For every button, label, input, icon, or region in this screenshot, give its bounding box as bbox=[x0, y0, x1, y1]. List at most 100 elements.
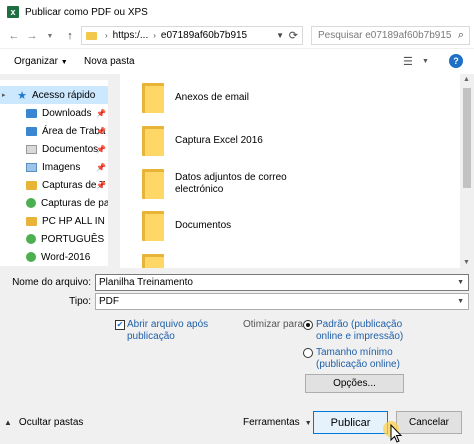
folder-icon bbox=[142, 83, 164, 113]
folder-icon bbox=[26, 180, 37, 190]
nav-item-screen-captures[interactable]: Capturas de pan bbox=[0, 194, 108, 212]
list-item[interactable] bbox=[120, 249, 440, 268]
pin-icon: 📌 bbox=[96, 180, 106, 190]
hide-folders-toggle[interactable]: ▲ Ocultar pastas bbox=[4, 417, 83, 428]
search-placeholder: Pesquisar e07189af60b7b915 bbox=[318, 30, 452, 41]
type-value: PDF bbox=[99, 296, 119, 307]
nav-item-label: Acesso rápido bbox=[32, 89, 96, 101]
optimize-minimum-label[interactable]: Tamanho mínimo (publicação online) bbox=[316, 347, 426, 371]
forward-arrow-icon[interactable]: → bbox=[24, 30, 40, 42]
publish-button[interactable]: Publicar bbox=[313, 411, 388, 434]
address-dropdown-chevron-icon[interactable]: ▼ bbox=[276, 31, 284, 40]
sync-folder-icon bbox=[26, 252, 36, 262]
star-icon: ★ bbox=[17, 89, 27, 102]
command-toolbar: Organizar ▼ Nova pasta ☰ ▼ ? bbox=[0, 48, 474, 74]
nav-item-images[interactable]: Imagens 📌 bbox=[0, 158, 108, 176]
view-options-icon[interactable]: ☰ bbox=[403, 55, 413, 68]
nav-item-pc-hp[interactable]: PC HP ALL IN ON bbox=[0, 212, 108, 230]
up-arrow-icon[interactable]: ↑ bbox=[62, 30, 78, 42]
file-name: Captura Excel 2016 bbox=[175, 135, 263, 146]
refresh-icon[interactable]: ⟳ bbox=[289, 29, 298, 42]
nav-item-portugues[interactable]: PORTUGUÊS bbox=[0, 230, 108, 248]
search-icon[interactable]: ⌕ bbox=[458, 29, 464, 42]
filename-label: Nome do arquivo: bbox=[12, 277, 91, 288]
filename-value: Planilha Treinamento bbox=[99, 277, 193, 288]
nav-item-desktop[interactable]: Área de Traba 📌 bbox=[0, 122, 108, 140]
nav-item-label: PORTUGUÊS bbox=[41, 233, 105, 245]
sync-folder-icon bbox=[26, 234, 36, 244]
folder-icon bbox=[142, 126, 164, 156]
documents-icon bbox=[26, 144, 37, 154]
search-input[interactable]: Pesquisar e07189af60b7b915 ⌕ bbox=[311, 26, 470, 45]
nav-item-downloads[interactable]: Downloads 📌 bbox=[0, 104, 108, 122]
back-arrow-icon[interactable]: ← bbox=[6, 30, 22, 42]
list-item[interactable]: Captura Excel 2016 bbox=[120, 121, 440, 161]
vertical-scrollbar[interactable]: ▲ ▼ bbox=[460, 74, 474, 268]
breadcrumb-segment-current[interactable]: e07189af60b7b915 bbox=[161, 30, 247, 41]
folder-icon bbox=[142, 254, 164, 268]
breadcrumb-segment[interactable]: https:/... bbox=[113, 30, 149, 41]
optimize-standard-label[interactable]: Padrão (publicação online e impressão) bbox=[316, 319, 426, 343]
list-item[interactable]: Anexos de email bbox=[120, 78, 440, 118]
nav-item-label: Word-2016 bbox=[41, 251, 91, 263]
list-item[interactable]: Datos adjuntos de correo electrónico bbox=[120, 164, 440, 204]
open-after-checkbox[interactable]: ✔ bbox=[115, 320, 125, 330]
path-separator-icon: › bbox=[153, 31, 156, 40]
pin-icon: 📌 bbox=[96, 144, 106, 154]
pin-icon: 📌 bbox=[96, 126, 106, 136]
new-folder-button[interactable]: Nova pasta bbox=[84, 56, 135, 67]
folder-icon bbox=[142, 211, 164, 241]
expand-chevron-icon[interactable]: ▸ bbox=[2, 91, 12, 99]
tools-menu-button[interactable]: Ferramentas ▼ bbox=[243, 417, 312, 428]
nav-item-label: PC HP ALL IN ON bbox=[42, 215, 108, 227]
organize-label: Organizar bbox=[14, 56, 58, 67]
download-icon bbox=[26, 108, 37, 118]
optimize-minimum-radio[interactable] bbox=[303, 348, 313, 358]
optimize-label: Otimizar para: bbox=[243, 319, 306, 330]
desktop-folder-icon bbox=[26, 126, 37, 136]
nav-item-word-2016[interactable]: Word-2016 bbox=[0, 248, 108, 266]
address-row: ← → ▼ ↑ › https:/... › e07189af60b7b915 … bbox=[0, 24, 474, 48]
list-item[interactable]: Documentos bbox=[120, 206, 440, 246]
pane-splitter[interactable] bbox=[118, 80, 119, 266]
path-separator-icon: › bbox=[105, 31, 108, 40]
sync-folder-icon bbox=[26, 198, 36, 208]
address-bar[interactable]: › https:/... › e07189af60b7b915 ▼ ⟳ bbox=[81, 26, 303, 45]
pin-icon: 📌 bbox=[96, 162, 106, 172]
scroll-down-icon[interactable]: ▼ bbox=[463, 259, 470, 266]
chevron-down-icon[interactable]: ▼ bbox=[457, 279, 464, 286]
type-select[interactable]: PDF ▼ bbox=[95, 293, 469, 310]
nav-item-documents[interactable]: Documentos 📌 bbox=[0, 140, 108, 158]
help-icon[interactable]: ? bbox=[449, 54, 463, 68]
open-after-label[interactable]: Abrir arquivo após publicação bbox=[127, 319, 227, 343]
window-title: Publicar como PDF ou XPS bbox=[25, 6, 148, 18]
chevron-up-icon: ▲ bbox=[4, 418, 12, 427]
nav-item-quick-access[interactable]: ▸ ★ Acesso rápido bbox=[0, 86, 108, 104]
view-chevron-icon[interactable]: ▼ bbox=[422, 58, 429, 65]
images-icon bbox=[26, 162, 37, 172]
chevron-down-icon[interactable]: ▼ bbox=[457, 298, 464, 305]
recent-locations-chevron-icon[interactable]: ▼ bbox=[42, 33, 58, 40]
pin-icon: 📌 bbox=[96, 108, 106, 118]
file-name: Datos adjuntos de correo electrónico bbox=[175, 172, 287, 195]
nav-item-label: Imagens bbox=[42, 161, 81, 173]
chevron-down-icon: ▼ bbox=[60, 59, 68, 66]
hide-folders-label: Ocultar pastas bbox=[18, 417, 84, 428]
scrollbar-thumb[interactable] bbox=[463, 88, 471, 188]
excel-icon: x bbox=[7, 6, 19, 18]
scroll-up-icon[interactable]: ▲ bbox=[463, 76, 470, 83]
optimize-standard-radio[interactable] bbox=[303, 320, 313, 330]
folder-icon bbox=[26, 216, 37, 226]
file-list[interactable]: Anexos de email Captura Excel 2016 Datos… bbox=[120, 74, 460, 268]
nav-item-label: Downloads bbox=[42, 107, 92, 119]
folder-icon bbox=[86, 31, 97, 40]
organize-menu-button[interactable]: Organizar ▼ bbox=[14, 56, 68, 67]
title-bar: x Publicar como PDF ou XPS bbox=[0, 0, 474, 24]
file-name: Documentos bbox=[175, 220, 232, 231]
nav-item-screenshots[interactable]: Capturas de T 📌 bbox=[0, 176, 108, 194]
folder-icon bbox=[142, 169, 164, 199]
options-button[interactable]: Opções... bbox=[305, 374, 404, 393]
navigation-pane[interactable]: ▸ ★ Acesso rápido Downloads 📌 Área de Tr… bbox=[0, 80, 108, 266]
filename-input[interactable]: Planilha Treinamento ▼ bbox=[95, 274, 469, 291]
file-name: Anexos de email bbox=[175, 92, 249, 103]
